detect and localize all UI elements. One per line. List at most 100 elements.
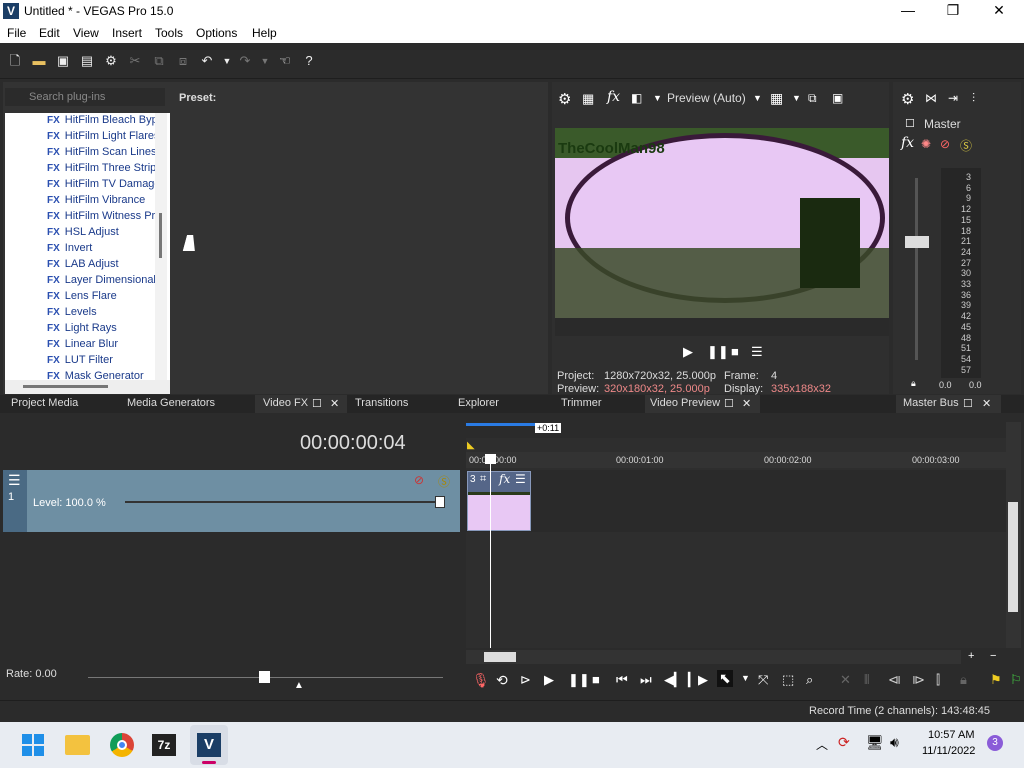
track-solo-icon[interactable]: Ⓢ — [438, 473, 450, 490]
plugin-list-item[interactable]: FX HitFilm Three Strip — [47, 162, 157, 178]
prev-frame-icon[interactable]: ◀▎ — [664, 672, 684, 688]
record-icon[interactable]: 🎙︎ — [472, 672, 490, 689]
vegas-taskbar-item[interactable]: V — [190, 725, 228, 765]
go-to-end-icon[interactable]: ⏭ — [640, 672, 652, 688]
track-level-slider[interactable] — [125, 501, 440, 503]
playhead-line[interactable] — [490, 456, 491, 648]
preview-quality-dropdown[interactable]: Preview (Auto) — [667, 91, 746, 105]
plugin-list-item[interactable]: FX HSL Adjust — [47, 226, 157, 242]
maximize-tab-icon[interactable]: ☐ — [312, 397, 322, 410]
track-mute-icon[interactable]: ⊘ — [414, 473, 424, 487]
maximize-tab-icon[interactable]: ☐ — [963, 397, 973, 410]
chrome-icon[interactable] — [110, 733, 134, 757]
delete-icon[interactable]: ✕ — [840, 672, 851, 688]
timeline-vscrollbar[interactable] — [1006, 422, 1021, 648]
plugin-list-item[interactable]: FX Layer Dimensional — [47, 274, 157, 290]
lock-events-icon[interactable]: 🔒︎ — [960, 672, 967, 688]
close-button[interactable]: ✕ — [984, 2, 1014, 20]
mute-icon[interactable]: ⊘ — [940, 137, 950, 151]
menu-insert[interactable]: Insert — [112, 26, 142, 40]
selection-bar[interactable] — [466, 423, 536, 426]
master-fx-icon[interactable]: fx — [901, 135, 914, 151]
plugin-list-item[interactable]: FX HitFilm Light Flares — [47, 130, 157, 146]
trim-start-icon[interactable]: ⧏ — [888, 672, 901, 688]
edit-tool-dropdown-icon[interactable]: ▼ — [741, 673, 750, 683]
plugin-list-item[interactable]: FX HitFilm Witness Protection — [47, 210, 157, 226]
save-icon[interactable]: ▣ — [55, 53, 71, 69]
split-screen-icon[interactable]: ◧ — [631, 91, 642, 105]
windows-start-icon[interactable] — [22, 734, 44, 756]
open-folder-icon[interactable]: ▬ — [31, 53, 47, 69]
insert-region-icon[interactable]: ⚐ — [1010, 672, 1022, 688]
cut-icon[interactable]: ✂ — [127, 53, 143, 69]
plugin-list-item[interactable]: FX HitFilm Bleach Bypass — [47, 114, 157, 130]
menu-tools[interactable]: Tools — [155, 26, 183, 40]
preview-device-icon[interactable]: ▦ — [582, 91, 594, 107]
plugin-list-item[interactable]: FX Lens Flare — [47, 290, 157, 306]
undo-dropdown-icon[interactable]: ▼ — [219, 53, 235, 69]
menu-options[interactable]: Options — [196, 26, 237, 40]
clock-date[interactable]: 11/11/2022 — [922, 745, 975, 757]
next-frame-icon[interactable]: ▎▶ — [688, 672, 708, 688]
network-icon[interactable]: 🖥︎ — [866, 734, 884, 751]
tab-project-media[interactable]: Project Media — [11, 397, 78, 409]
notification-badge[interactable]: 3 — [987, 735, 1003, 751]
trim-end-icon[interactable]: ⧐ — [912, 672, 925, 688]
tab-trimmer[interactable]: Trimmer — [561, 397, 602, 409]
plugin-list-item[interactable]: FX HitFilm Vibrance — [47, 194, 157, 210]
transport-play-icon[interactable]: ▶ — [544, 672, 554, 688]
solo-icon[interactable]: Ⓢ — [960, 137, 972, 154]
transport-pause-icon[interactable]: ❚❚ — [568, 672, 590, 688]
timeline-hscroll-thumb[interactable] — [484, 652, 516, 662]
master-fader-track[interactable] — [915, 178, 918, 360]
undo-icon[interactable]: ↶ — [199, 53, 215, 69]
plugin-list-hscrollbar[interactable] — [5, 380, 170, 394]
clock-time[interactable]: 10:57 AM — [928, 729, 974, 741]
clip-fx-icon[interactable]: fx — [499, 472, 510, 486]
normal-edit-tool-icon[interactable]: ⬉ — [717, 670, 733, 687]
track-level-handle[interactable] — [435, 496, 445, 508]
loop-playback-icon[interactable]: ⟲ — [496, 672, 508, 689]
menu-help[interactable]: Help — [252, 26, 277, 40]
hscroll-thumb[interactable] — [23, 385, 108, 388]
menu-view[interactable]: View — [73, 26, 99, 40]
copy-snapshot-icon[interactable]: ⧉ — [808, 91, 817, 106]
close-tab-icon[interactable]: ✕ — [330, 397, 339, 410]
settings-gear-icon[interactable]: ⚙ — [103, 53, 119, 69]
transport-stop-icon[interactable]: ■ — [592, 672, 600, 687]
maximize-button[interactable]: ❐ — [938, 2, 968, 20]
plugin-list-item[interactable]: FX Linear Blur — [47, 338, 157, 354]
clip-menu-icon[interactable]: ☰ — [515, 472, 526, 486]
close-tab-icon[interactable]: ✕ — [982, 397, 991, 410]
mixer-icon[interactable]: ⫶ — [972, 91, 975, 106]
tab-explorer[interactable]: Explorer — [458, 397, 499, 409]
play-from-start-icon[interactable]: ⊳ — [520, 672, 531, 688]
master-checkbox[interactable]: ☐ — [905, 117, 915, 130]
close-tab-icon[interactable]: ✕ — [742, 397, 751, 410]
preview-scrub-bar[interactable] — [555, 318, 889, 336]
zoom-out-icon[interactable]: − — [990, 650, 996, 662]
plugin-list-item[interactable]: FX Mask Generator — [47, 370, 157, 380]
tab-video-preview[interactable]: Video Preview — [650, 397, 720, 409]
whats-this-icon[interactable]: ? — [301, 53, 317, 69]
insert-marker-icon[interactable]: ⚑ — [990, 672, 1002, 688]
plugin-list-item[interactable]: FX Invert — [47, 242, 157, 258]
timeline-hscrollbar[interactable] — [466, 650, 961, 664]
timeline-vscroll-thumb[interactable] — [1008, 502, 1018, 612]
split-dropdown-icon[interactable]: ▼ — [653, 93, 662, 103]
fx-icon[interactable]: fx — [607, 89, 620, 105]
rate-slider-handle[interactable] — [259, 671, 270, 683]
dim-output-icon[interactable]: ⇥ — [948, 91, 958, 105]
plugin-list-scrollbar[interactable] — [155, 113, 167, 380]
plugin-list-item[interactable]: FX HitFilm Scan Lines — [47, 146, 157, 162]
file-explorer-icon[interactable] — [65, 735, 90, 755]
paste-icon[interactable]: ⧈ — [175, 53, 191, 69]
master-fader-handle[interactable] — [905, 236, 929, 248]
trim-icon[interactable]: ⫴ — [864, 672, 869, 688]
tab-master-bus[interactable]: Master Bus — [903, 397, 959, 409]
tab-transitions[interactable]: Transitions — [355, 397, 408, 409]
video-track-lane[interactable] — [466, 470, 1006, 532]
downmix-icon[interactable]: ⋈ — [925, 91, 937, 105]
new-file-icon[interactable]: 🗋 — [7, 53, 23, 69]
lock-icon[interactable]: 🔒︎ — [911, 378, 916, 389]
